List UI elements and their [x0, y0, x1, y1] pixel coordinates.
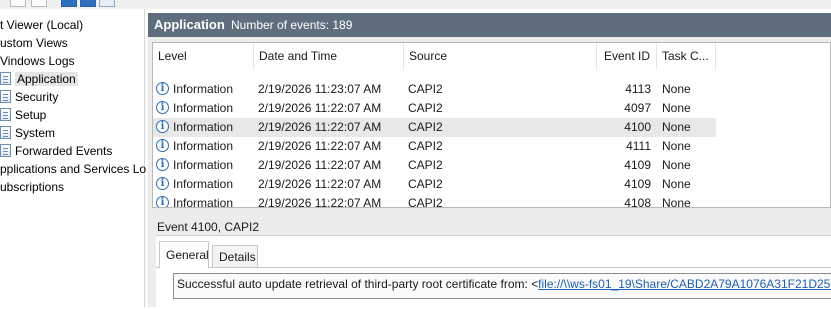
tab-details[interactable]: Details [212, 245, 258, 267]
cell-task-category: None [662, 177, 691, 191]
information-icon: i [156, 120, 169, 133]
event-detail-pane: General Details Successful auto update r… [156, 235, 831, 309]
up-icon[interactable] [31, 0, 47, 7]
cell-event-id: 4109 [624, 158, 651, 172]
column-header-level[interactable]: Level [153, 43, 254, 69]
cell-date-time: 2/19/2026 11:23:07 AM [258, 82, 382, 96]
panel-title: Application [154, 17, 225, 32]
column-header-date-time[interactable]: Date and Time [254, 43, 404, 69]
tree-item-applications-and-services[interactable]: pplications and Services Lo [0, 160, 146, 178]
cell-event-id: 4113 [625, 82, 651, 96]
tree-item-label: ubscriptions [0, 180, 65, 194]
tree-item-system[interactable]: System [0, 124, 55, 142]
tab-general[interactable]: General [159, 241, 209, 268]
information-icon: i [156, 177, 169, 190]
help-icon[interactable] [61, 0, 77, 7]
information-icon: i [156, 196, 169, 207]
column-header-event-id[interactable]: Event ID [597, 43, 657, 69]
cell-level: Information [173, 158, 234, 172]
cell-source: CAPI2 [408, 82, 443, 96]
cell-event-id: 4097 [624, 101, 651, 115]
tree-item-application[interactable]: Application [0, 70, 78, 88]
events-panel: Application Number of events: 189 Level … [148, 13, 831, 309]
tree-item-label: t Viewer (Local) [0, 18, 84, 32]
tree-item-label: Application [15, 72, 78, 86]
cell-event-id: 4100 [624, 120, 651, 134]
events-table: Level Date and Time Source Event ID Task… [152, 42, 831, 208]
cell-task-category: None [662, 82, 691, 96]
navigation-tree: t Viewer (Local) ustom Views Vindows Log… [0, 9, 146, 307]
table-row[interactable]: i Information 2/19/2026 11:22:07 AM CAPI… [153, 137, 716, 156]
cell-date-time: 2/19/2026 11:22:07 AM [258, 101, 382, 115]
event-count: Number of events: 189 [231, 18, 353, 32]
cell-date-time: 2/19/2026 11:22:07 AM [258, 196, 382, 208]
tree-item-custom-views[interactable]: ustom Views [0, 34, 68, 52]
cell-source: CAPI2 [408, 101, 443, 115]
cell-source: CAPI2 [408, 177, 443, 191]
cell-date-time: 2/19/2026 11:22:07 AM [258, 139, 382, 153]
tree-item-label: Vindows Logs [0, 54, 75, 68]
log-icon [0, 108, 11, 121]
tree-item-forwarded-events[interactable]: Forwarded Events [0, 142, 112, 160]
information-icon: i [156, 101, 169, 114]
column-header-source[interactable]: Source [404, 43, 597, 69]
tree-item-subscriptions[interactable]: ubscriptions [0, 178, 64, 196]
log-icon [0, 126, 11, 139]
tree-item-windows-logs[interactable]: Vindows Logs [0, 52, 75, 70]
column-header-task-category[interactable]: Task C... [657, 43, 716, 69]
tree-item-label: System [15, 126, 56, 140]
cell-task-category: None [662, 120, 691, 134]
cell-event-id: 4108 [624, 196, 651, 208]
cell-level: Information [173, 196, 234, 208]
cell-level: Information [173, 120, 234, 134]
event-message-text[interactable]: Successful auto update retrieval of thir… [173, 273, 831, 299]
table-row[interactable]: i Information 2/19/2026 11:22:07 AM CAPI… [153, 194, 716, 208]
cell-task-category: None [662, 139, 691, 153]
tree-item-label: ustom Views [0, 36, 68, 50]
toolbar [0, 0, 831, 9]
tree-item-label: pplications and Services Lo [0, 162, 147, 176]
event-detail-title: Event 4100, CAPI2 [157, 220, 260, 234]
back-icon[interactable] [10, 0, 26, 7]
cell-level: Information [173, 101, 234, 115]
cell-source: CAPI2 [408, 120, 443, 134]
information-icon: i [156, 158, 169, 171]
log-icon [0, 144, 11, 157]
cell-date-time: 2/19/2026 11:22:07 AM [258, 120, 382, 134]
table-row[interactable]: i Information 2/19/2026 11:22:07 AM CAPI… [153, 156, 716, 175]
log-icon [0, 90, 11, 103]
tree-item-event-viewer[interactable]: t Viewer (Local) [0, 16, 83, 34]
tree-item-label: Forwarded Events [15, 144, 113, 158]
tree-item-label: Setup [15, 108, 47, 122]
information-icon: i [156, 139, 169, 152]
show-hide-icon[interactable] [99, 0, 115, 7]
table-row[interactable]: i Information 2/19/2026 11:23:07 AM CAPI… [153, 80, 716, 99]
properties-icon[interactable] [80, 0, 96, 7]
table-row[interactable]: i Information 2/19/2026 11:22:07 AM CAPI… [153, 175, 716, 194]
cell-task-category: None [662, 158, 691, 172]
information-icon: i [156, 82, 169, 95]
message-text: Successful auto update retrieval of thir… [177, 277, 539, 291]
cell-source: CAPI2 [408, 158, 443, 172]
tree-item-security[interactable]: Security [0, 88, 58, 106]
cell-level: Information [173, 139, 234, 153]
cell-date-time: 2/19/2026 11:22:07 AM [258, 177, 382, 191]
cell-event-id: 4111 [626, 139, 651, 153]
cell-task-category: None [662, 196, 691, 208]
tree-item-label: Security [15, 90, 59, 104]
cell-event-id: 4109 [624, 177, 651, 191]
cell-date-time: 2/19/2026 11:22:07 AM [258, 158, 382, 172]
table-row-selected[interactable]: i Information 2/19/2026 11:22:07 AM CAPI… [153, 118, 716, 137]
tree-item-setup[interactable]: Setup [0, 106, 46, 124]
cell-source: CAPI2 [408, 196, 443, 208]
cell-source: CAPI2 [408, 139, 443, 153]
message-link[interactable]: file://\\ws-fs01_19\Share/CABD2A79A1076A… [538, 277, 831, 291]
cell-task-category: None [662, 101, 691, 115]
table-row[interactable]: i Information 2/19/2026 11:22:07 AM CAPI… [153, 99, 716, 118]
log-icon [0, 72, 11, 85]
cell-level: Information [173, 177, 234, 191]
cell-level: Information [173, 82, 234, 96]
panel-header: Application Number of events: 189 [148, 13, 831, 37]
